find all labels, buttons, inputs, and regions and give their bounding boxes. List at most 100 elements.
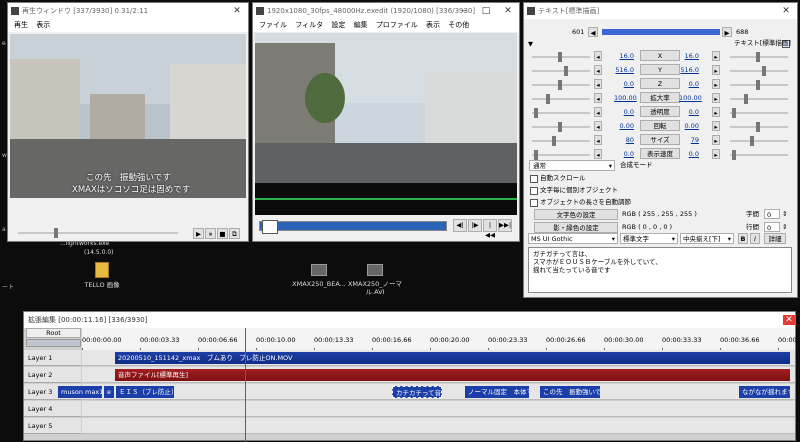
param-button-y[interactable]: Y <box>640 64 680 75</box>
param-arrow-right[interactable]: ▸ <box>712 65 720 75</box>
param-value-left[interactable]: 0.0 <box>614 107 634 117</box>
param-arrow-left[interactable]: ◂ <box>594 79 602 89</box>
param-arrow-right[interactable]: ▸ <box>712 149 720 159</box>
param-arrow-right[interactable]: ▸ <box>712 107 720 117</box>
param-button-opacity[interactable]: 透明度 <box>640 106 680 117</box>
go-end-button[interactable]: ▶▶| <box>498 219 512 232</box>
layer-header[interactable]: Layer 5 <box>24 418 81 434</box>
frame-next-button[interactable]: ▶ <box>722 27 732 37</box>
auto-length-checkbox[interactable] <box>530 199 538 207</box>
spacing-spinner-icon[interactable]: ⇕ <box>782 209 787 219</box>
param-slider-left[interactable] <box>532 150 590 160</box>
slider-thumb[interactable] <box>558 122 562 132</box>
param-slider-right[interactable] <box>730 122 788 132</box>
slider-thumb[interactable] <box>756 80 760 90</box>
param-arrow-left[interactable]: ◂ <box>594 135 602 145</box>
menu-settings[interactable]: 設定 <box>331 21 345 29</box>
window-button[interactable]: ⧉ <box>229 228 240 239</box>
param-value-left[interactable]: 80 <box>614 135 634 145</box>
param-arrow-right[interactable]: ▸ <box>712 121 720 131</box>
auto-scroll-checkbox[interactable] <box>530 175 538 183</box>
param-button-scale[interactable]: 拡大率 <box>640 92 680 103</box>
param-slider-right[interactable] <box>730 66 788 76</box>
slider-thumb[interactable] <box>732 108 736 118</box>
param-slider-left[interactable] <box>532 52 590 62</box>
layer-track[interactable] <box>82 401 795 417</box>
slider-thumb[interactable] <box>558 80 562 90</box>
desktop-icon-tello[interactable]: TELLO 画像 <box>72 262 132 289</box>
param-arrow-left[interactable]: ◂ <box>594 121 602 131</box>
layer-header[interactable]: Layer 1 <box>24 350 81 366</box>
param-slider-left[interactable] <box>532 94 590 104</box>
seek-thumb[interactable] <box>262 220 278 234</box>
slider-thumb[interactable] <box>732 150 736 160</box>
desktop-icon-xmax-bea[interactable]: XMAX250_BEA... <box>286 264 352 288</box>
param-value-right[interactable]: 100.00 <box>679 93 702 103</box>
minimize-icon[interactable]: – <box>453 3 475 19</box>
close-icon[interactable]: ✕ <box>497 3 519 19</box>
pause-button[interactable]: ⏸ <box>205 228 216 239</box>
menu-file[interactable]: ファイル <box>259 21 287 29</box>
frame-prev-button[interactable]: ◀ <box>588 27 598 37</box>
line-spinner-icon[interactable]: ⇕ <box>782 222 787 232</box>
text-clip[interactable]: ノーマル固定 本体マ <box>465 386 529 398</box>
text-clip[interactable]: ＥＩＳ（ブレ防止） <box>116 386 174 398</box>
slider-thumb[interactable] <box>534 108 538 118</box>
line-spacing-input[interactable]: 0 <box>764 222 780 232</box>
collapse-icon[interactable]: ▼ <box>528 39 533 49</box>
slider-thumb[interactable] <box>564 66 568 76</box>
prev-frame-button[interactable]: ◀| <box>453 219 467 232</box>
param-value-left[interactable]: 0.0 <box>614 149 634 159</box>
text-clip[interactable]: ながなが揺れます <box>739 386 790 398</box>
slider-thumb[interactable] <box>762 66 766 76</box>
playhead[interactable] <box>245 328 246 442</box>
close-icon[interactable]: ✕ <box>783 315 795 325</box>
param-button-rotation[interactable]: 回転 <box>640 120 680 131</box>
param-slider-left[interactable] <box>532 80 590 90</box>
param-slider-right[interactable] <box>730 94 788 104</box>
align-select[interactable]: 中央揃え[下] ▾ <box>680 233 734 244</box>
text-clip[interactable]: muson max1 <box>58 386 102 398</box>
param-slider-right[interactable] <box>730 108 788 118</box>
slider-thumb[interactable] <box>558 52 562 62</box>
text-content-area[interactable]: ガチガチって言は、 スマホがＥＯＵＳＢケーブルを外していて、 揺れて当たっている… <box>528 247 792 293</box>
video-clip[interactable]: 20200510_151142_xmax ブムあり ブレ防止ON.MOV <box>115 352 790 364</box>
param-value-left[interactable]: 0.0 <box>614 79 634 89</box>
playback-seekbar[interactable] <box>18 228 178 238</box>
param-value-right[interactable]: 0.0 <box>679 149 699 159</box>
param-value-left[interactable]: 516.0 <box>614 65 634 75</box>
style-select[interactable]: 標準文字 ▾ <box>620 233 678 244</box>
slider-thumb[interactable] <box>546 94 550 104</box>
param-arrow-left[interactable]: ◂ <box>594 65 602 75</box>
spacing-input[interactable]: 0 <box>764 209 780 219</box>
param-value-left[interactable]: 16.0 <box>614 51 634 61</box>
detail-button[interactable]: 詳細 <box>764 233 786 244</box>
go-start-button[interactable]: |◀◀ <box>483 219 497 239</box>
next-frame-button[interactable]: |▶ <box>468 219 482 232</box>
shadow-color-button[interactable]: 影・縁色の設定 <box>534 222 618 233</box>
bold-button[interactable]: B <box>738 233 748 244</box>
param-arrow-right[interactable]: ▸ <box>712 93 720 103</box>
font-select[interactable]: MS UI Gothic ▾ <box>528 233 618 244</box>
menu-view[interactable]: 表示 <box>426 21 440 29</box>
slider-thumb[interactable] <box>552 136 556 146</box>
param-value-left[interactable]: 0.00 <box>614 121 634 131</box>
text-clip[interactable]: カチカチって音は <box>392 386 442 398</box>
per-char-checkbox[interactable] <box>530 187 538 195</box>
menu-other[interactable]: その他 <box>448 21 469 29</box>
param-value-right[interactable]: 0.0 <box>679 79 699 89</box>
param-arrow-left[interactable]: ◂ <box>594 149 602 159</box>
main-seekbar[interactable] <box>259 220 447 234</box>
layer-header[interactable]: Layer 2 <box>24 367 81 383</box>
text-color-button[interactable]: 文字色の設定 <box>534 209 618 220</box>
param-value-right[interactable]: 516.0 <box>679 65 699 75</box>
param-value-right[interactable]: 79 <box>679 135 699 145</box>
frame-range-bar[interactable] <box>602 29 720 35</box>
desktop-icon-xmax-normal[interactable]: XMAX250_ノーマル.AVI <box>346 264 404 296</box>
play-button[interactable]: ▶ <box>193 228 204 239</box>
param-value-right[interactable]: 0.00 <box>679 121 699 131</box>
param-slider-left[interactable] <box>532 108 590 118</box>
root-tab[interactable]: Root <box>26 328 81 338</box>
audio-clip[interactable]: 音声ファイル[標準再生] <box>115 369 790 381</box>
stop-button[interactable]: ■ <box>217 228 228 239</box>
